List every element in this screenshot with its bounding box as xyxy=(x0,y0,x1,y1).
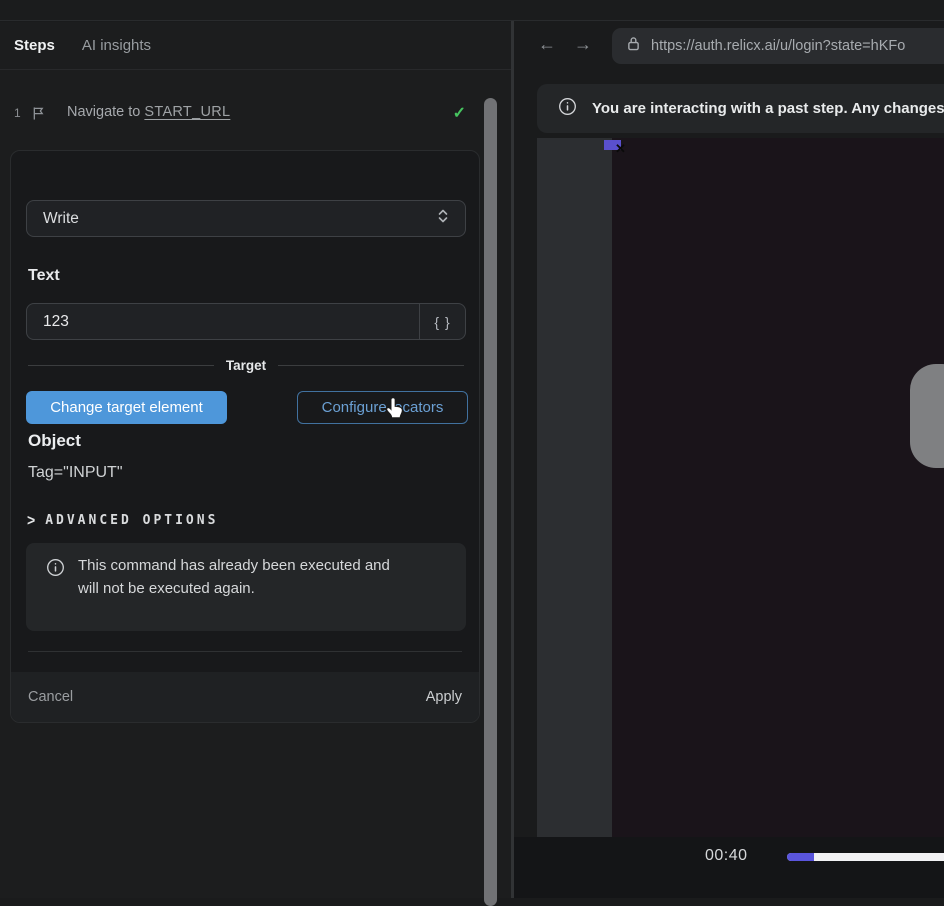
floating-scroll-handle[interactable] xyxy=(910,364,944,468)
browser-panel: ← → https://auth.relicx.ai/u/login?state… xyxy=(514,22,944,898)
playback-time: 00:40 xyxy=(705,847,748,865)
info-icon xyxy=(46,558,65,582)
divider-line xyxy=(28,365,214,366)
target-section-divider: Target xyxy=(28,356,464,374)
executed-info-message: This command has already been executed a… xyxy=(78,554,410,601)
cursor-mark-icon: ✕ xyxy=(615,141,626,157)
steps-panel: Steps AI insights 1 Navigate to START_UR… xyxy=(0,22,511,898)
footer-divider xyxy=(28,651,462,652)
step-success-check-icon: ✓ xyxy=(453,103,466,123)
panel-scrollbar[interactable] xyxy=(484,98,497,906)
variables-braces-button[interactable]: { } xyxy=(419,304,465,339)
tab-steps[interactable]: Steps xyxy=(14,37,55,54)
past-step-banner: You are interacting with a past step. An… xyxy=(537,84,944,133)
object-value: Tag="INPUT" xyxy=(28,464,123,482)
step-action-label: Navigate to xyxy=(67,104,140,120)
step-index: 1 xyxy=(14,106,21,120)
past-step-banner-text: You are interacting with a past step. An… xyxy=(592,100,944,117)
chevron-right-icon: > xyxy=(27,511,35,529)
panel-divider xyxy=(511,0,514,898)
object-label: Object xyxy=(28,431,81,451)
step-row[interactable]: 1 Navigate to START_URL ✓ xyxy=(0,100,511,128)
advanced-options-toggle[interactable]: > ADVANCED OPTIONS xyxy=(27,512,218,528)
panel-tab-bar: Steps AI insights xyxy=(0,22,511,70)
url-text: https://auth.relicx.ai/u/login?state=hKF… xyxy=(651,38,905,54)
step-editor-card: Write Text { } Target Change target elem… xyxy=(10,150,480,723)
step-target-link[interactable]: START_URL xyxy=(144,104,230,120)
lock-icon xyxy=(627,36,640,56)
window-top-strip xyxy=(0,0,944,21)
tab-ai-insights[interactable]: AI insights xyxy=(82,37,151,54)
address-bar[interactable]: https://auth.relicx.ai/u/login?state=hKF… xyxy=(612,28,944,64)
browser-nav-bar: ← → https://auth.relicx.ai/u/login?state… xyxy=(514,22,944,70)
cancel-button[interactable]: Cancel xyxy=(28,689,73,705)
command-select[interactable]: Write xyxy=(26,200,466,237)
advanced-options-label: ADVANCED OPTIONS xyxy=(45,513,218,528)
app-screenshot: ✕ xyxy=(537,138,944,837)
change-target-element-button[interactable]: Change target element xyxy=(26,391,227,424)
info-icon xyxy=(558,97,577,121)
executed-info-box: This command has already been executed a… xyxy=(26,543,466,631)
player-progress-fill xyxy=(787,853,814,861)
back-button[interactable]: ← xyxy=(538,34,556,55)
command-select-value: Write xyxy=(43,210,437,228)
step-description: Navigate to START_URL xyxy=(67,104,230,120)
forward-button[interactable]: → xyxy=(574,34,592,55)
playback-bar: 00:40 xyxy=(514,837,944,898)
playback-progress-bar[interactable] xyxy=(787,853,944,861)
apply-button[interactable]: Apply xyxy=(426,689,462,705)
screenshot-sidebar xyxy=(537,138,612,837)
flag-icon xyxy=(32,106,45,126)
hand-cursor-icon xyxy=(383,397,406,425)
text-input-wrap: { } xyxy=(26,303,466,340)
text-field-label: Text xyxy=(28,267,60,285)
target-divider-label: Target xyxy=(226,358,266,373)
divider-line xyxy=(278,365,464,366)
text-input[interactable] xyxy=(27,304,419,339)
chevron-updown-icon xyxy=(437,208,449,229)
editor-footer: Cancel Apply xyxy=(11,672,479,722)
